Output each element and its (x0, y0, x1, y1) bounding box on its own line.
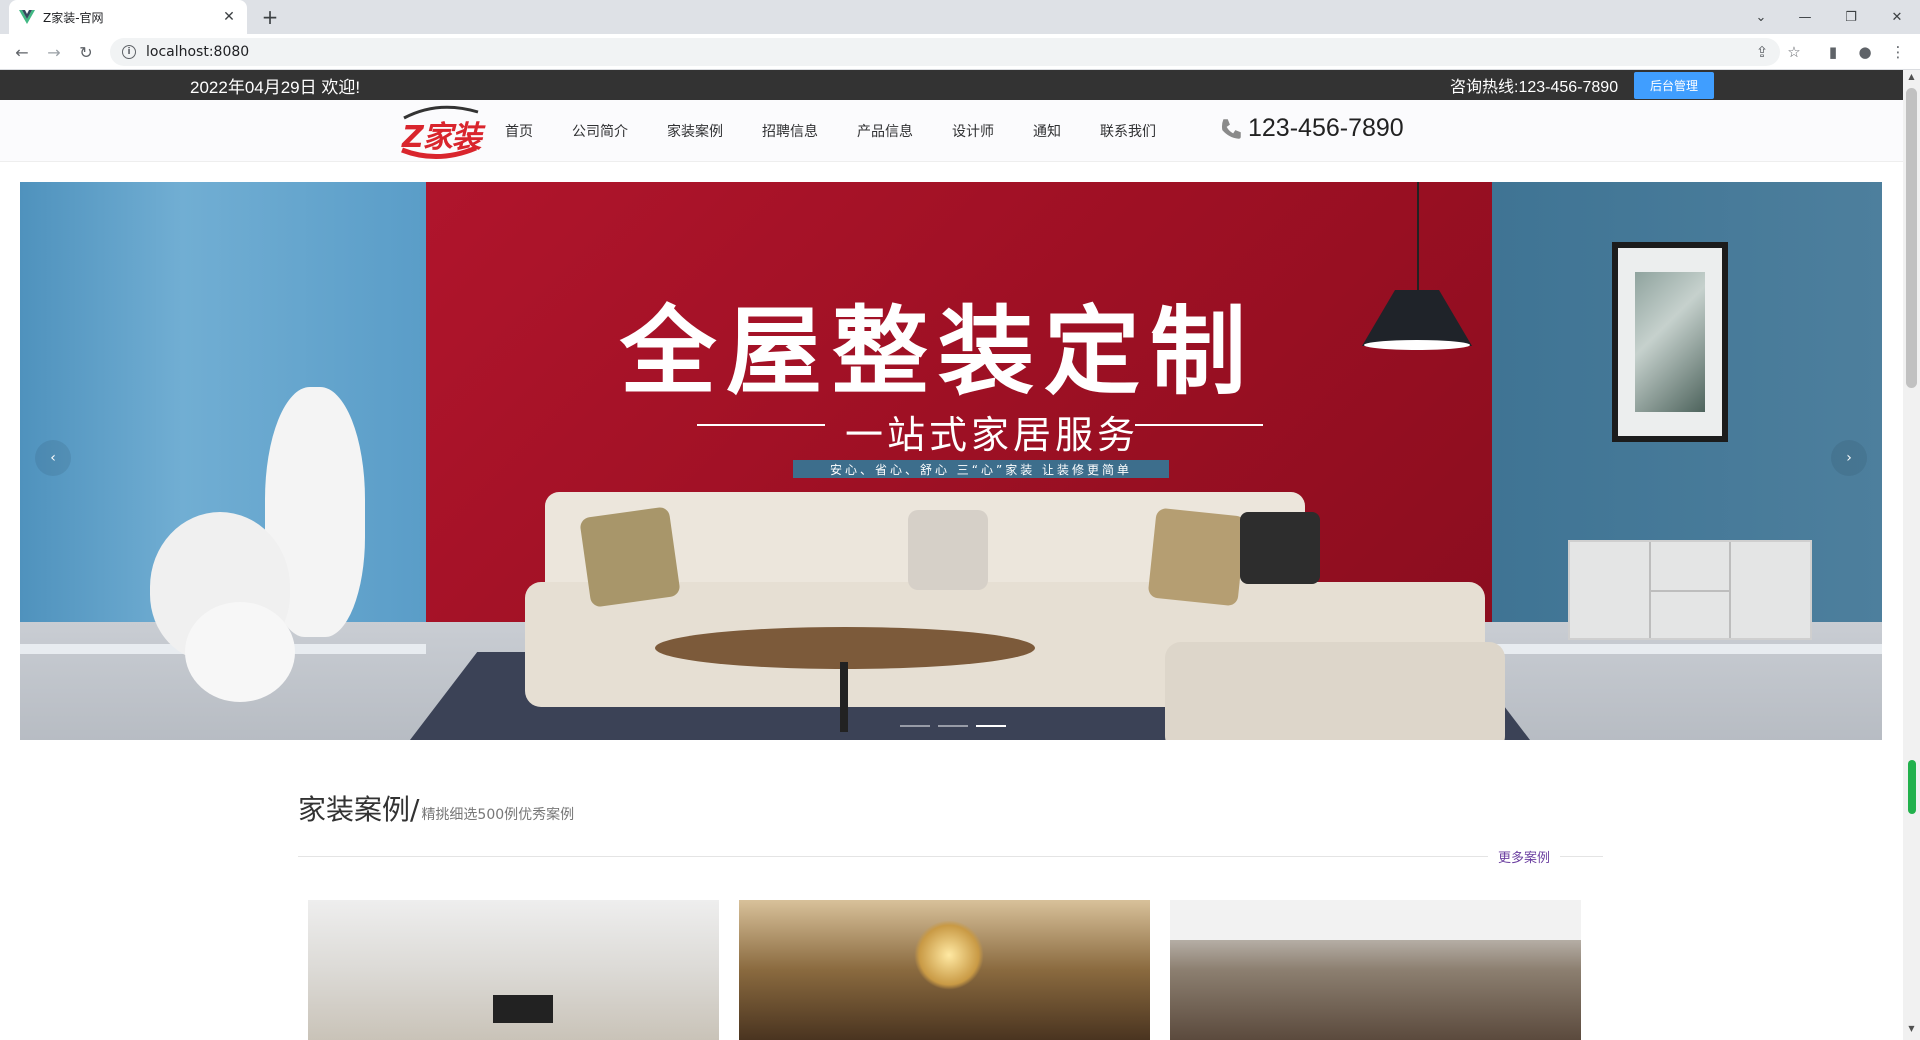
nav-products[interactable]: 产品信息 (857, 121, 913, 141)
url-text: localhost:8080 (146, 44, 250, 60)
profile-icon[interactable]: ● (1855, 42, 1875, 62)
sofa-chaise (1165, 642, 1505, 740)
close-window-icon[interactable]: ✕ (1874, 0, 1920, 34)
case-image-detail (493, 995, 553, 1023)
banner-subtitle-rule (1135, 424, 1263, 426)
site-info-icon[interactable]: i (122, 45, 136, 59)
top-info-bar: 2022年04月29日 欢迎! 咨询热线:123-456-7890 后台管理 (0, 70, 1903, 100)
share-icon[interactable]: ⇪ (1752, 42, 1772, 62)
address-bar[interactable]: i localhost:8080 (110, 38, 1780, 66)
page-viewport: 2022年04月29日 欢迎! 咨询热线:123-456-7890 后台管理 Z… (0, 70, 1903, 1040)
browser-tabbar: Z家装-官网 ✕ + ⌄ — ❐ ✕ (0, 0, 1920, 34)
banner-baseboard (1492, 644, 1882, 654)
new-tab-icon[interactable]: + (258, 5, 282, 29)
chandelier-icon (914, 920, 984, 990)
side-panel-icon[interactable]: ▮ (1823, 42, 1843, 62)
section-subtitle: 精挑细选500例优秀案例 (421, 807, 575, 823)
site-header: Z家装 首页 公司简介 家装案例 招聘信息 产品信息 设计师 通知 联系我们 1… (0, 100, 1903, 162)
wall-art-frame (1612, 242, 1728, 442)
banner-title: 全屋整装定制 (620, 296, 1256, 408)
tab-close-icon[interactable]: ✕ (221, 9, 237, 25)
lamp-glow (1364, 340, 1470, 350)
banner-subtitle: 一站式家居服务 (845, 413, 1140, 457)
carousel-indicator-active[interactable] (976, 725, 1006, 727)
site-logo[interactable]: Z家装 (398, 102, 483, 160)
banner-tagline: 安心、省心、舒心 三“心”家装 让装修更简单 (793, 460, 1169, 478)
section-title: 家装案例/ (298, 793, 420, 826)
vue-favicon-icon (19, 9, 35, 25)
case-image-ceiling (1170, 900, 1581, 940)
carousel-next-arrow-icon[interactable]: › (1831, 440, 1867, 476)
pillow (579, 506, 681, 608)
nav-notices[interactable]: 通知 (1033, 121, 1061, 141)
scroll-up-icon[interactable]: ▲ (1906, 72, 1917, 84)
minimize-icon[interactable]: — (1782, 0, 1828, 34)
carousel-prev-arrow-icon[interactable]: ‹ (35, 440, 71, 476)
more-cases-link[interactable]: 更多案例 (1488, 847, 1561, 866)
scroll-down-icon[interactable]: ▼ (1906, 1024, 1917, 1036)
hero-carousel[interactable]: 全屋整装定制 一站式家居服务 安心、省心、舒心 三“心”家装 让装修更简单 ‹ … (20, 182, 1882, 740)
forward-icon[interactable]: → (40, 38, 68, 66)
back-icon[interactable]: ← (8, 38, 36, 66)
scroll-indicator-pill (1908, 760, 1916, 814)
section-heading: 家装案例/ 精挑细选500例优秀案例 (298, 788, 574, 828)
carousel-indicator[interactable] (938, 725, 968, 727)
case-card[interactable] (1170, 900, 1581, 1040)
cabinet-divider (1651, 590, 1729, 592)
scrollbar-thumb[interactable] (1906, 88, 1917, 388)
case-card[interactable] (308, 900, 719, 1040)
menu-icon[interactable]: ⋮ (1888, 42, 1908, 62)
date-welcome: 2022年04月29日 欢迎! (190, 78, 361, 97)
logo-text: Z家装 (402, 120, 482, 155)
nav-home[interactable]: 首页 (505, 121, 533, 141)
lamp-cord (1417, 182, 1419, 294)
pillow (908, 510, 988, 590)
case-card[interactable] (739, 900, 1150, 1040)
phone-number: 123-456-7890 (1248, 114, 1404, 142)
banner-vase (185, 602, 295, 702)
admin-button[interactable]: 后台管理 (1634, 72, 1714, 99)
restore-icon[interactable]: ❐ (1828, 0, 1874, 34)
nav-jobs[interactable]: 招聘信息 (762, 121, 818, 141)
banner-subtitle-rule (697, 424, 825, 426)
main-nav: 首页 公司简介 家装案例 招聘信息 产品信息 设计师 通知 联系我们 (505, 100, 1195, 162)
reload-icon[interactable]: ↻ (72, 38, 100, 66)
section-divider (298, 856, 1603, 857)
nav-designers[interactable]: 设计师 (952, 121, 994, 141)
carousel-indicator[interactable] (900, 725, 930, 727)
nav-contact[interactable]: 联系我们 (1100, 121, 1156, 141)
tab-search-icon[interactable]: ⌄ (1738, 0, 1784, 34)
browser-toolbar: ← → ↻ i localhost:8080 ⇪ ☆ ▮ ● ⋮ (0, 34, 1920, 70)
header-phone: 123-456-7890 (1218, 114, 1404, 143)
cabinet-divider (1729, 542, 1731, 638)
hotline-text: 咨询热线:123-456-7890 (1450, 79, 1619, 96)
nav-about[interactable]: 公司简介 (572, 121, 628, 141)
tab-title: Z家装-官网 (43, 10, 104, 25)
nav-cases[interactable]: 家装案例 (667, 121, 723, 141)
pillow (1240, 512, 1320, 584)
coffee-table-leg (840, 662, 848, 732)
pillow (1147, 507, 1247, 607)
bookmark-star-icon[interactable]: ☆ (1784, 42, 1804, 62)
phone-icon (1221, 118, 1241, 139)
carousel-indicators (896, 725, 1010, 727)
browser-tab[interactable]: Z家装-官网 ✕ (9, 0, 247, 34)
